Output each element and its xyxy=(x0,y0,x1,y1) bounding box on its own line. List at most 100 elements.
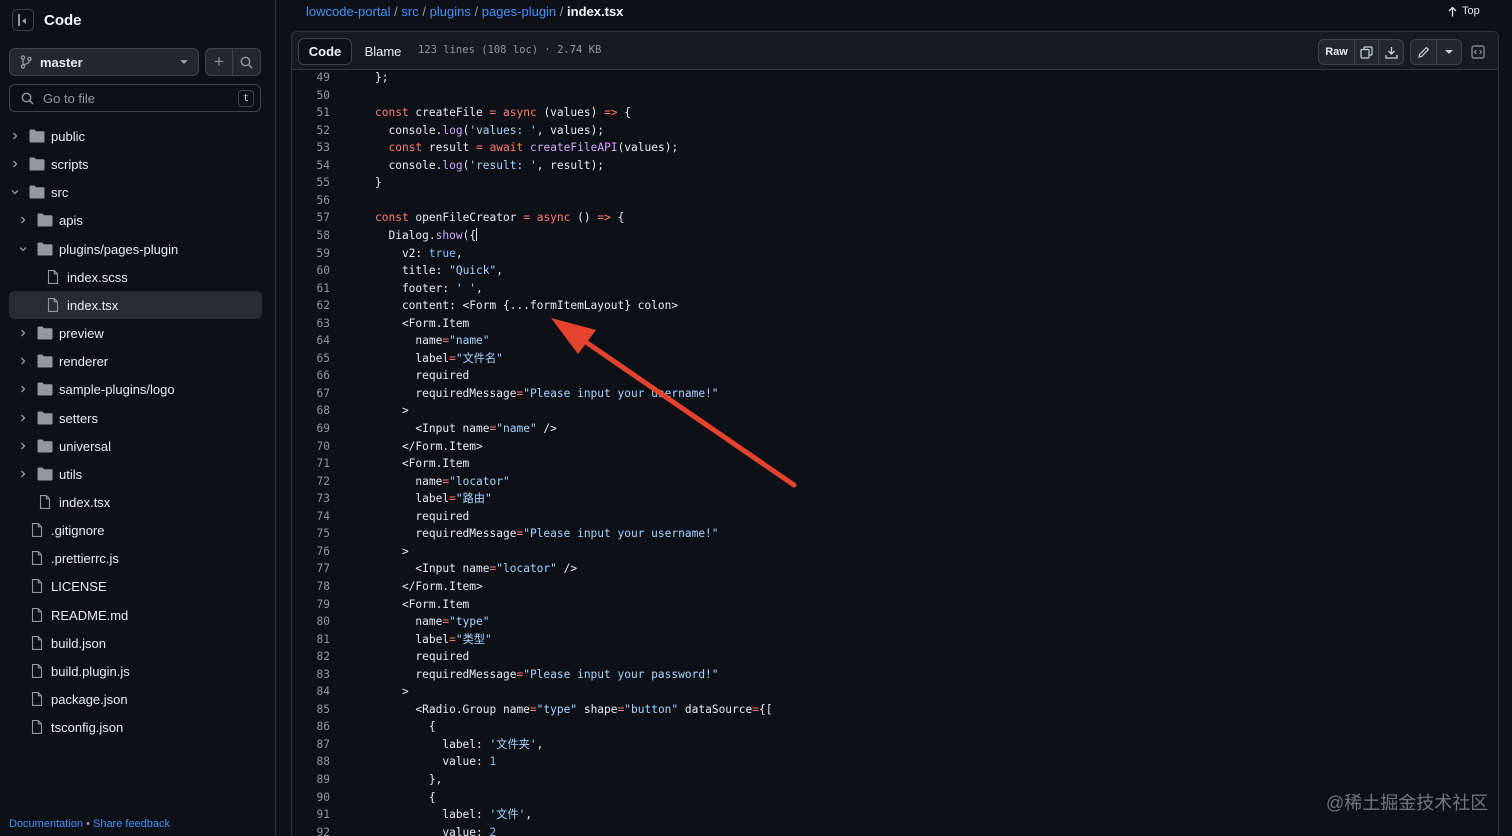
line-number[interactable]: 69 xyxy=(292,420,330,438)
breadcrumb-plugins-link[interactable]: plugins xyxy=(430,4,471,19)
line-number[interactable]: 67 xyxy=(292,385,330,403)
tree-file-item[interactable]: build.json xyxy=(9,629,262,657)
line-number[interactable]: 74 xyxy=(292,508,330,526)
tree-file-item[interactable]: index.tsx xyxy=(9,290,262,319)
chevron-right-icon[interactable] xyxy=(19,216,27,224)
chevron-right-icon[interactable] xyxy=(19,385,27,393)
tree-folder-item[interactable]: apis xyxy=(9,206,262,234)
line-number[interactable]: 73 xyxy=(292,490,330,508)
line-number[interactable]: 53 xyxy=(292,139,330,157)
raw-button[interactable]: Raw xyxy=(1319,40,1355,64)
tree-folder-item[interactable]: setters xyxy=(9,404,262,432)
edit-file-button[interactable] xyxy=(1411,40,1437,64)
line-number[interactable]: 88 xyxy=(292,753,330,771)
breadcrumb-pages-plugin-link[interactable]: pages-plugin xyxy=(482,4,556,19)
line-number[interactable]: 64 xyxy=(292,332,330,350)
tab-code[interactable]: Code xyxy=(298,38,352,65)
line-number[interactable]: 59 xyxy=(292,245,330,263)
line-number[interactable]: 91 xyxy=(292,806,330,824)
add-file-button[interactable]: + xyxy=(205,48,233,76)
breadcrumb-repo-link[interactable]: lowcode-portal xyxy=(306,4,391,19)
symbols-panel-button[interactable] xyxy=(1466,40,1490,64)
line-number[interactable]: 62 xyxy=(292,297,330,315)
tree-file-item[interactable]: LICENSE xyxy=(9,572,262,600)
edit-options-dropdown[interactable] xyxy=(1437,40,1461,64)
code-line: 56 xyxy=(292,192,1492,210)
tree-file-item[interactable]: index.tsx xyxy=(9,488,262,516)
line-number[interactable]: 58 xyxy=(292,227,330,245)
tree-file-item[interactable]: tsconfig.json xyxy=(9,713,262,741)
line-number[interactable]: 52 xyxy=(292,122,330,140)
copy-raw-button[interactable] xyxy=(1355,40,1379,64)
chevron-down-icon[interactable] xyxy=(11,188,19,196)
chevron-right-icon[interactable] xyxy=(19,442,27,450)
chevron-right-icon[interactable] xyxy=(11,160,19,168)
tree-file-item[interactable]: package.json xyxy=(9,685,262,713)
line-number[interactable]: 78 xyxy=(292,578,330,596)
line-number[interactable]: 90 xyxy=(292,789,330,807)
tree-folder-item[interactable]: plugins/pages-plugin xyxy=(9,235,262,263)
tree-folder-item[interactable]: sample-plugins/logo xyxy=(9,375,262,403)
line-number[interactable]: 51 xyxy=(292,104,330,122)
chevron-down-icon[interactable] xyxy=(19,245,27,253)
tree-folder-item[interactable]: public xyxy=(9,122,262,150)
line-number[interactable]: 71 xyxy=(292,455,330,473)
chevron-right-icon[interactable] xyxy=(11,132,19,140)
chevron-right-icon[interactable] xyxy=(19,329,27,337)
tree-folder-item[interactable]: universal xyxy=(9,432,262,460)
collapse-sidebar-icon[interactable] xyxy=(12,9,34,31)
tree-folder-item[interactable]: preview xyxy=(9,319,262,347)
chevron-right-icon[interactable] xyxy=(19,414,27,422)
line-number[interactable]: 81 xyxy=(292,631,330,649)
line-number[interactable]: 80 xyxy=(292,613,330,631)
line-number[interactable]: 79 xyxy=(292,596,330,614)
file-icon xyxy=(29,635,45,650)
line-number[interactable]: 70 xyxy=(292,438,330,456)
line-number[interactable]: 76 xyxy=(292,543,330,561)
line-number[interactable]: 75 xyxy=(292,525,330,543)
line-number[interactable]: 77 xyxy=(292,560,330,578)
line-number[interactable]: 87 xyxy=(292,736,330,754)
tree-file-item[interactable]: .prettierrc.js xyxy=(9,544,262,572)
line-number[interactable]: 86 xyxy=(292,718,330,736)
chevron-right-icon[interactable] xyxy=(19,470,27,478)
tree-file-item[interactable]: README.md xyxy=(9,601,262,629)
line-number[interactable]: 82 xyxy=(292,648,330,666)
breadcrumb-src-link[interactable]: src xyxy=(401,4,418,19)
line-number[interactable]: 54 xyxy=(292,157,330,175)
tree-file-item[interactable]: .gitignore xyxy=(9,516,262,544)
line-number[interactable]: 60 xyxy=(292,262,330,280)
line-number[interactable]: 56 xyxy=(292,192,330,210)
line-number[interactable]: 72 xyxy=(292,473,330,491)
line-number[interactable]: 61 xyxy=(292,280,330,298)
branch-selector-button[interactable]: master xyxy=(9,48,199,76)
line-number[interactable]: 89 xyxy=(292,771,330,789)
line-number[interactable]: 83 xyxy=(292,666,330,684)
chevron-right-icon[interactable] xyxy=(19,357,27,365)
line-number[interactable]: 55 xyxy=(292,174,330,192)
tree-folder-item[interactable]: src xyxy=(9,178,262,206)
tree-folder-item[interactable]: utils xyxy=(9,460,262,488)
documentation-link[interactable]: Documentation xyxy=(9,818,83,830)
tree-folder-item[interactable]: scripts xyxy=(9,150,262,178)
tree-file-item[interactable]: index.scss xyxy=(9,263,262,291)
search-code-button[interactable] xyxy=(233,48,261,76)
tree-folder-item[interactable]: renderer xyxy=(9,347,262,375)
share-feedback-link[interactable]: Share feedback xyxy=(93,818,170,830)
line-number[interactable]: 57 xyxy=(292,209,330,227)
line-number[interactable]: 65 xyxy=(292,350,330,368)
line-number[interactable]: 63 xyxy=(292,315,330,333)
tab-blame[interactable]: Blame xyxy=(352,38,414,65)
line-number[interactable]: 66 xyxy=(292,367,330,385)
line-number[interactable]: 84 xyxy=(292,683,330,701)
line-number[interactable]: 92 xyxy=(292,824,330,836)
tree-file-item[interactable]: build.plugin.js xyxy=(9,657,262,685)
download-raw-button[interactable] xyxy=(1379,40,1403,64)
line-number[interactable]: 49 xyxy=(292,71,330,87)
line-number[interactable]: 85 xyxy=(292,701,330,719)
line-number[interactable]: 50 xyxy=(292,87,330,105)
line-number[interactable]: 68 xyxy=(292,402,330,420)
code-view[interactable]: 49}; 50 51 const createFile = async (values… xyxy=(292,71,1498,836)
back-to-top-link[interactable]: Top xyxy=(1448,5,1480,17)
go-to-file-input[interactable]: Go to file t xyxy=(9,84,261,112)
